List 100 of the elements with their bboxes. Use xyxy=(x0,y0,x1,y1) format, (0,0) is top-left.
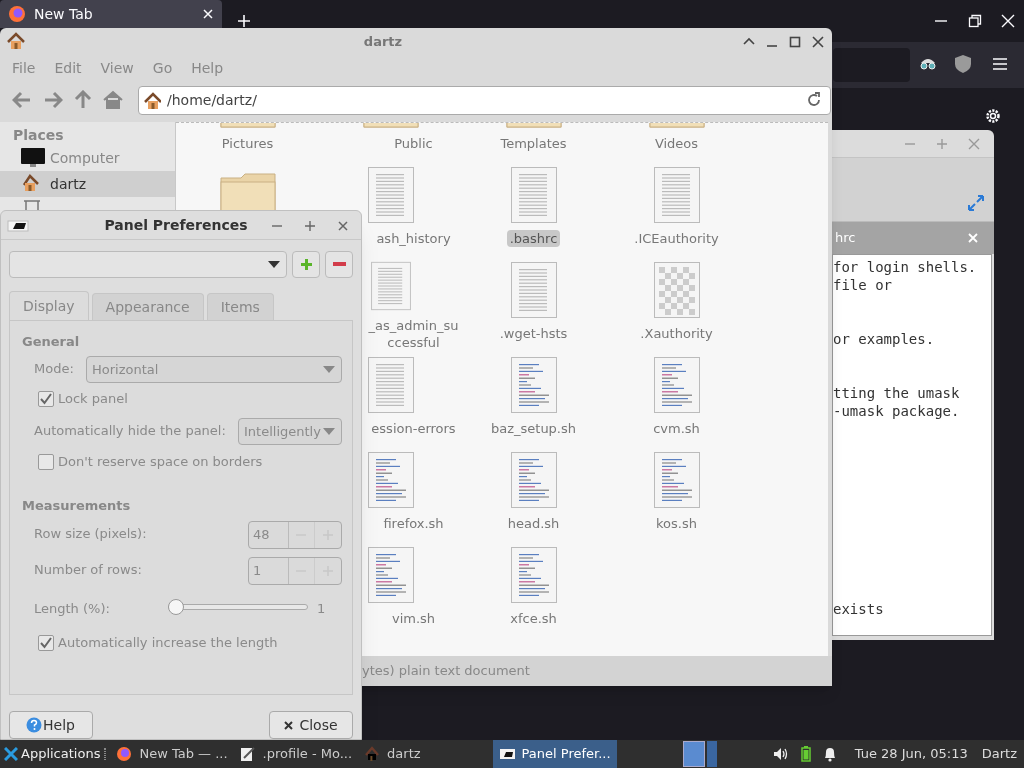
browser-icon xyxy=(116,745,134,763)
menu-item[interactable]: View xyxy=(100,57,134,79)
sidebar-item[interactable]: Computer xyxy=(0,145,175,171)
checkbox[interactable] xyxy=(38,454,54,470)
taskbar-button[interactable]: dartz xyxy=(358,740,433,768)
file-name[interactable]: cvm.sh xyxy=(650,420,703,437)
section-heading: Measurements xyxy=(22,497,131,515)
tab[interactable]: Appearance xyxy=(91,293,204,320)
home-icon xyxy=(143,91,161,109)
script-file-icon[interactable] xyxy=(509,356,558,414)
code-line: exists xyxy=(833,600,884,618)
field-label: Number of rows: xyxy=(34,561,142,579)
script-file-icon[interactable] xyxy=(652,451,701,509)
forward-icon[interactable] xyxy=(43,91,63,109)
shield-icon[interactable] xyxy=(954,54,972,74)
applications-menu[interactable]: Applications xyxy=(0,740,105,768)
file-name[interactable]: ession-errors xyxy=(368,420,459,437)
field-label: Length (%): xyxy=(34,600,110,618)
new-tab-icon[interactable] xyxy=(237,14,251,28)
checkbox-label: Automatically increase the length xyxy=(58,634,278,652)
back-icon[interactable] xyxy=(12,91,32,109)
text-editor-area[interactable]: for login shells. file or or examples. tting the umask -umask package. exists xyxy=(832,254,992,636)
remove-icon xyxy=(332,262,346,267)
file-name[interactable]: Public xyxy=(391,135,436,152)
battery-icon[interactable] xyxy=(800,746,811,762)
home-icon xyxy=(364,745,382,763)
maximize-icon[interactable] xyxy=(789,36,801,48)
section-heading: General xyxy=(22,333,80,351)
file-name[interactable]: .ICEauthority xyxy=(631,230,722,247)
field-label: Mode: xyxy=(34,360,74,378)
notification-bell-icon[interactable] xyxy=(822,746,837,762)
tab[interactable]: Items xyxy=(206,293,274,320)
file-name[interactable]: firefox.sh xyxy=(380,515,447,532)
script-file-icon[interactable] xyxy=(509,546,558,604)
clock[interactable]: Tue 28 Jun, 05:13 xyxy=(854,744,968,764)
settings-icon[interactable] xyxy=(984,107,1002,125)
file-name[interactable]: .Xauthority xyxy=(637,325,716,342)
tab[interactable]: Display xyxy=(9,291,89,320)
help-button[interactable]: Help xyxy=(9,711,93,739)
file-name[interactable]: .bashrc xyxy=(506,230,561,247)
checkbox[interactable] xyxy=(38,635,54,651)
add-panel-button[interactable] xyxy=(292,251,320,278)
user-name[interactable]: Dartz xyxy=(981,744,1017,764)
browser-logo-icon xyxy=(8,5,26,23)
code-line: tting the umask xyxy=(833,384,960,402)
menu-item[interactable]: File xyxy=(12,57,36,79)
length-slider[interactable] xyxy=(168,599,308,615)
sidebar-item-label: dartz xyxy=(50,174,87,194)
file-name[interactable]: _as_admin_su ccessful xyxy=(365,317,462,351)
menu-item[interactable]: Help xyxy=(191,57,224,79)
file-name[interactable]: kos.sh xyxy=(653,515,700,532)
script-file-icon[interactable] xyxy=(366,546,415,604)
dropdown-caret-icon xyxy=(323,366,335,373)
file-name[interactable]: Pictures xyxy=(218,135,277,152)
file-name[interactable]: baz_setup.sh xyxy=(487,420,579,437)
script-file-icon[interactable] xyxy=(366,451,415,509)
close-button[interactable]: Close xyxy=(269,711,353,739)
status-text: ytes) plain text document xyxy=(362,662,530,681)
file-name[interactable]: Templates xyxy=(497,135,570,152)
sidebar-item[interactable]: dartz xyxy=(0,171,175,197)
remove-panel-button[interactable] xyxy=(325,251,353,278)
close-icon[interactable] xyxy=(812,36,824,48)
checkbox-label: Don't reserve space on borders xyxy=(58,453,263,471)
file-name[interactable]: head.sh xyxy=(504,515,563,532)
file-name[interactable]: Videos xyxy=(651,135,702,152)
workspace-pager[interactable] xyxy=(682,741,717,767)
up-icon[interactable] xyxy=(74,90,92,110)
volume-icon[interactable] xyxy=(772,747,789,761)
file-name[interactable]: vim.sh xyxy=(388,610,439,627)
home-icon[interactable] xyxy=(103,90,123,110)
file-name[interactable]: ash_history xyxy=(373,230,454,247)
browser-tab[interactable]: New Tab xyxy=(0,0,222,28)
file-name[interactable]: .wget-hsts xyxy=(496,325,571,342)
close-icon xyxy=(284,720,294,730)
file-name[interactable]: xfce.sh xyxy=(507,610,560,627)
taskbar-button[interactable]: New Tab — ... xyxy=(110,740,234,768)
sidebar-heading: Places xyxy=(12,126,65,145)
checkmark-icon xyxy=(40,393,52,405)
restore-icon[interactable] xyxy=(968,14,982,28)
script-file-icon[interactable] xyxy=(652,356,701,414)
script-file-icon[interactable] xyxy=(509,451,558,509)
add-icon xyxy=(299,258,313,271)
menu-item[interactable]: Edit xyxy=(54,57,82,79)
menu-icon[interactable] xyxy=(992,57,1008,71)
mode-dropdown[interactable]: Horizontal xyxy=(86,356,342,383)
checkbox[interactable] xyxy=(38,391,54,407)
code-line: file or xyxy=(833,276,892,294)
checkbox-label: Lock panel xyxy=(58,390,128,408)
document-tab[interactable]: hrc xyxy=(832,222,994,254)
autohide-dropdown[interactable]: Intelligently xyxy=(238,418,342,445)
fullscreen-icon[interactable] xyxy=(968,195,984,211)
taskbar-button[interactable]: .profile - Mo... xyxy=(233,740,359,768)
menu-item[interactable]: Go xyxy=(152,57,173,79)
code-line: for login shells. xyxy=(833,258,977,276)
reload-icon[interactable] xyxy=(806,92,822,108)
panel-icon xyxy=(7,219,29,233)
taskbar-button[interactable]: Panel Prefer... xyxy=(492,740,617,768)
maximize-icon[interactable] xyxy=(305,221,315,231)
slider-thumb[interactable] xyxy=(168,599,185,615)
location-field[interactable]: /home/dartz/ xyxy=(138,85,831,115)
